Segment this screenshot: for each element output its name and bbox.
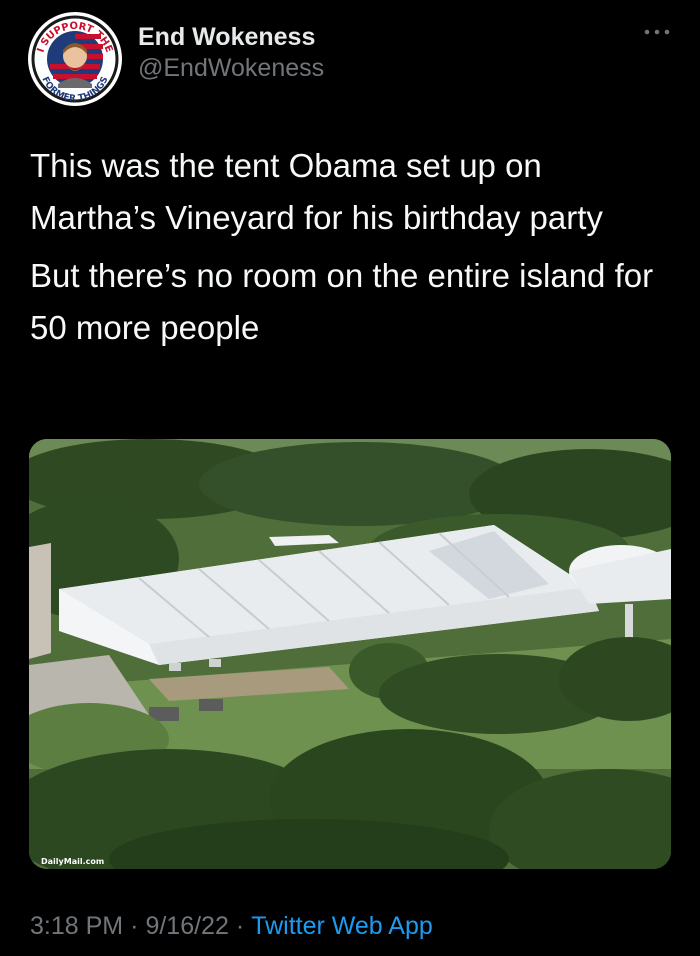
tweet-paragraph: But there’s no room on the entire island… bbox=[30, 257, 654, 346]
user-handle[interactable]: @EndWokeness bbox=[138, 54, 324, 83]
photo-watermark: DailyMail.com bbox=[41, 857, 105, 866]
tweet-paragraph: This was the tent Obama set up on Martha… bbox=[30, 147, 603, 236]
tweet-text: This was the tent Obama set up on Martha… bbox=[30, 140, 670, 354]
aerial-tent-photo bbox=[29, 439, 671, 869]
avatar-badge-icon: I SUPPORT THE FORMER THINGS bbox=[30, 14, 120, 104]
avatar[interactable]: I SUPPORT THE FORMER THINGS bbox=[28, 12, 122, 106]
more-button[interactable] bbox=[642, 22, 672, 42]
tweet-source-link[interactable]: Twitter Web App bbox=[251, 912, 433, 940]
meta-separator: · bbox=[130, 912, 139, 940]
meta-separator: · bbox=[235, 912, 245, 940]
tweet-date[interactable]: 9/16/22 bbox=[145, 912, 228, 940]
tweet-header: I SUPPORT THE FORMER THINGS End Wokeness… bbox=[28, 12, 672, 112]
tweet-time[interactable]: 3:18 PM bbox=[30, 912, 123, 940]
tweet-photo[interactable]: DailyMail.com bbox=[29, 439, 671, 869]
user-name[interactable]: End Wokeness bbox=[138, 23, 315, 52]
tweet-metadata: 3:18 PM · 9/16/22 · Twitter Web App bbox=[30, 912, 433, 941]
more-horizontal-icon bbox=[644, 29, 670, 35]
